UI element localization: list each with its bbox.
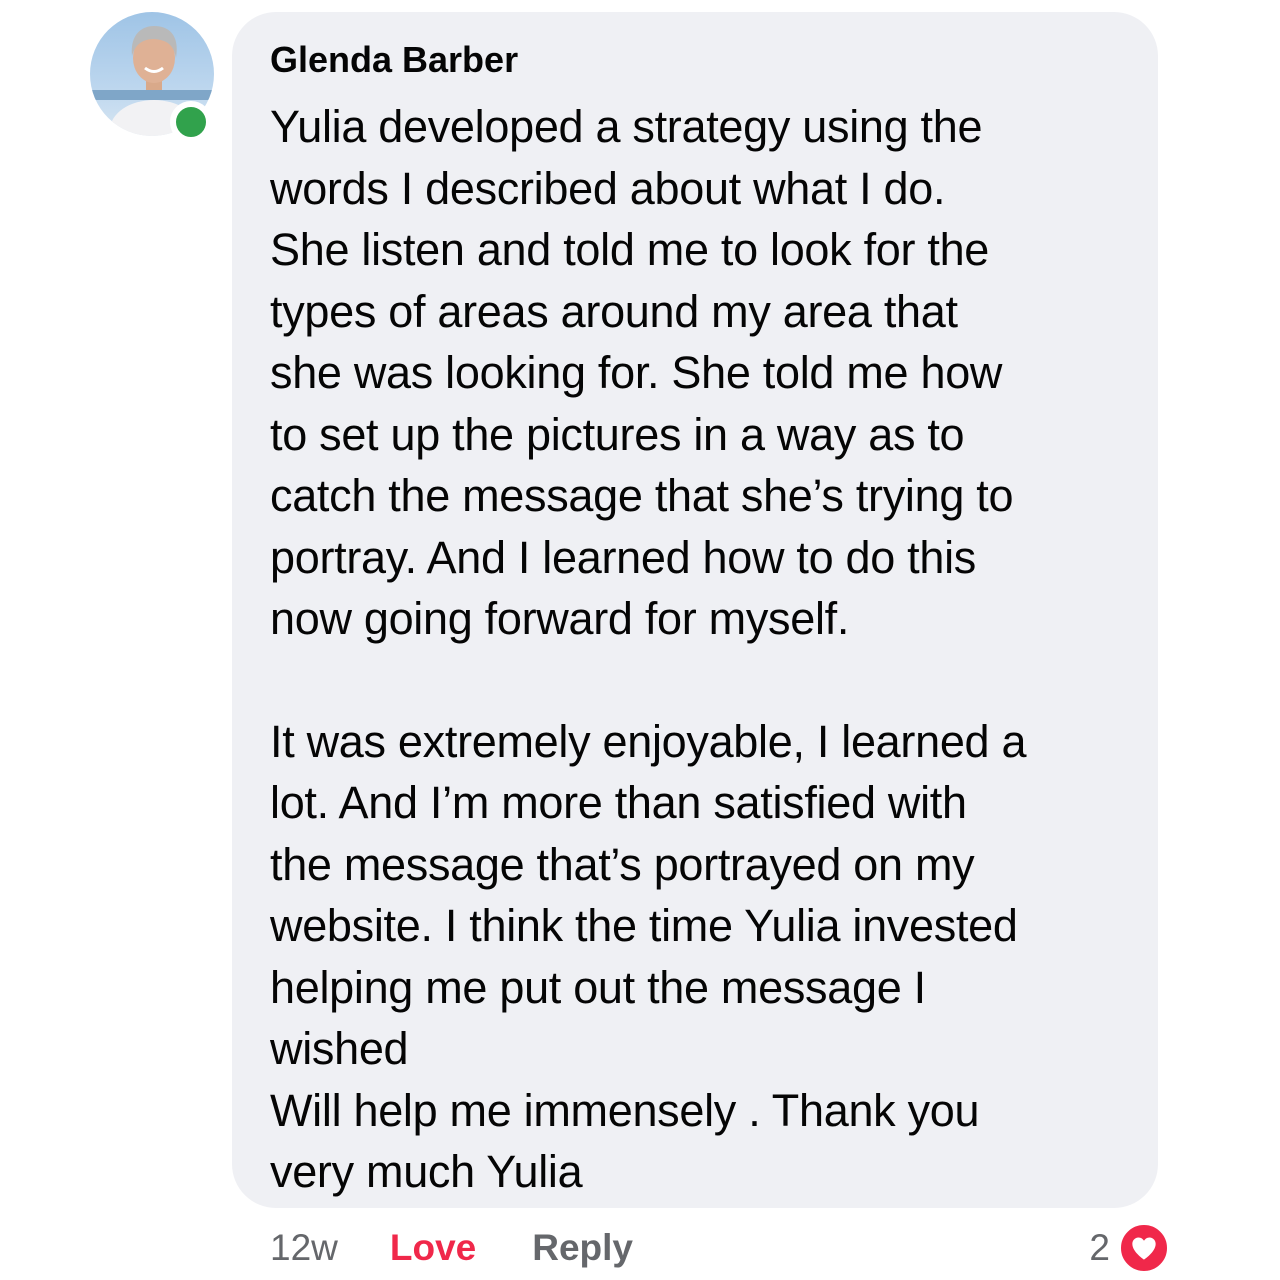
- comment-actions: 12w Love Reply: [270, 1222, 633, 1274]
- online-status-indicator: [170, 101, 212, 143]
- love-reaction-button[interactable]: Love: [390, 1227, 476, 1269]
- comment-timestamp[interactable]: 12w: [270, 1227, 338, 1269]
- comment-author-name[interactable]: Glenda Barber: [270, 38, 1128, 82]
- reaction-summary[interactable]: 2: [1089, 1222, 1170, 1274]
- comment-bubble: Glenda Barber Yulia developed a strategy…: [232, 12, 1158, 1208]
- comment-paragraph: Yulia developed a strategy using the wor…: [270, 101, 1014, 644]
- comment-paragraph: It was extremely enjoyable, I learned a …: [270, 715, 1027, 1198]
- heart-icon: [1118, 1222, 1170, 1274]
- reaction-count: 2: [1089, 1227, 1110, 1268]
- reply-button[interactable]: Reply: [532, 1227, 633, 1269]
